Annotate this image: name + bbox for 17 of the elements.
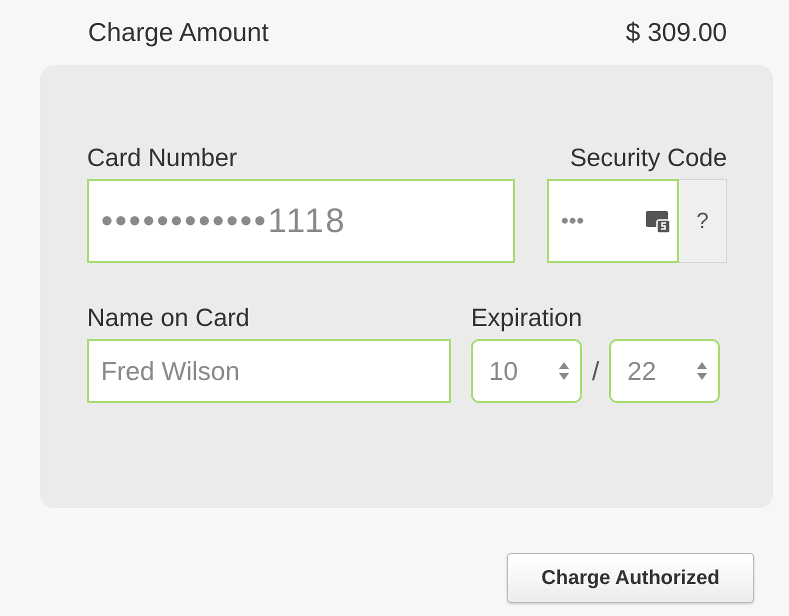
charge-authorized-button[interactable]: Charge Authorized [507,553,754,603]
name-on-card-field[interactable]: Fred Wilson [87,339,451,403]
card-code-icon [645,208,671,234]
charge-amount-label: Charge Amount [88,16,269,48]
card-number-label: Card Number [87,143,238,173]
month-select[interactable]: 10 [471,339,582,403]
date-separator: / [592,356,600,386]
up-down-arrows-icon [558,361,570,381]
card-number-field[interactable]: ••••••••••••1118 [87,179,515,263]
year-select[interactable]: 22 [609,339,720,403]
security-code-label: Security Code [570,143,727,173]
help-button[interactable]: ? [679,179,727,263]
charge-amount-value: $ 309.00 [626,16,727,48]
up-down-arrows-icon [696,361,708,381]
security-code-field[interactable]: ••• [547,179,679,263]
expiration-label: Expiration [471,303,582,333]
name-on-card-label: Name on Card [87,303,250,333]
